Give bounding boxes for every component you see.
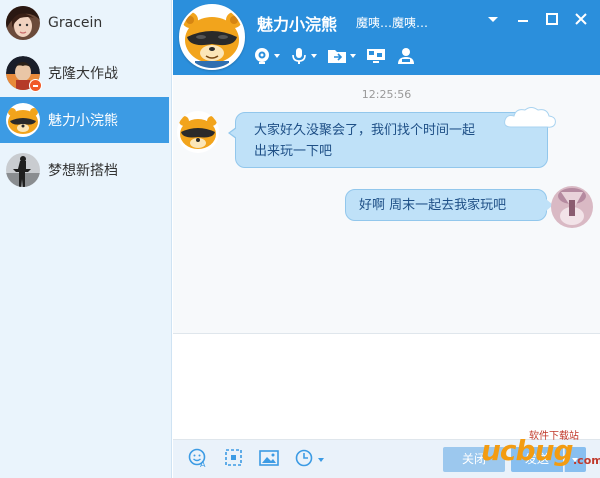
contact-name: 梦想新搭档 <box>48 163 118 179</box>
voice-call-icon <box>290 47 308 65</box>
group-button[interactable] <box>396 45 416 67</box>
video-call-icon <box>253 47 271 65</box>
history-icon <box>295 448 315 472</box>
contact-name: 魅力小浣熊 <box>48 113 118 129</box>
message-input[interactable] <box>173 333 600 439</box>
group-icon <box>396 47 416 65</box>
emoji-button[interactable]: A <box>188 448 208 472</box>
contact-name: 克隆大作战 <box>48 66 118 82</box>
chat-header: 魅力小浣熊 魔咦…魔咦… <box>173 0 600 75</box>
message-text-line: 出来玩一下吧 <box>254 144 333 159</box>
watermark-logo: ucbug <box>481 434 574 467</box>
emoji-icon: A <box>188 448 208 472</box>
outgoing-message-bubble: 好啊 周末一起去我家玩吧 <box>345 189 553 221</box>
message-history[interactable]: 12:25:56 大家好久没聚会了，我们找个时间一起 出来玩一下吧 好啊 周末一… <box>173 75 600 333</box>
contact-item-gracein[interactable]: Gracein <box>0 0 169 46</box>
history-button[interactable] <box>295 448 324 472</box>
offline-badge <box>29 79 42 92</box>
contact-status: 魔咦…魔咦… <box>356 16 429 30</box>
contact-item-dream-partner[interactable]: 梦想新搭档 <box>0 147 169 193</box>
maximize-icon[interactable] <box>543 10 561 28</box>
image-icon <box>259 448 279 472</box>
message-text: 好啊 周末一起去我家玩吧 <box>359 198 507 213</box>
remote-assist-button[interactable] <box>366 45 386 67</box>
remote-assist-icon <box>366 47 386 65</box>
file-transfer-button[interactable] <box>327 45 356 67</box>
avatar <box>6 153 40 187</box>
chevron-down-icon <box>311 54 317 58</box>
incoming-message-bubble: 大家好久没聚会了，我们找个时间一起 出来玩一下吧 <box>228 112 548 168</box>
chat-feature-toolbar <box>253 44 426 68</box>
minimize-icon[interactable] <box>514 10 532 28</box>
close-icon[interactable] <box>572 10 590 28</box>
watermark-suffix: .com <box>573 454 600 467</box>
chevron-down-icon <box>318 458 324 462</box>
avatar <box>6 103 40 137</box>
message-timestamp: 12:25:56 <box>361 88 412 101</box>
contact-item-clone-battle[interactable]: 克隆大作战 <box>0 50 169 96</box>
my-avatar[interactable] <box>551 186 593 228</box>
site-watermark: 软件下载站 ucbug .com <box>481 426 600 476</box>
watermark-logo-text: ucbug <box>481 434 574 467</box>
contact-item-raccoon[interactable]: 魅力小浣熊 <box>0 97 169 143</box>
video-call-button[interactable] <box>253 45 280 67</box>
chevron-down-icon[interactable] <box>484 10 502 28</box>
avatar <box>6 56 42 92</box>
svg-text:A: A <box>200 460 206 468</box>
screenshot-icon <box>224 448 244 472</box>
contact-name: Gracein <box>48 15 103 31</box>
chevron-down-icon <box>274 54 280 58</box>
image-button[interactable] <box>259 448 279 472</box>
contact-sidebar: Gracein 克隆大作战 魅力小浣熊 梦想新搭档 <box>0 0 172 478</box>
cloud-decoration-icon <box>504 107 556 128</box>
message-text-line: 大家好久没聚会了，我们找个时间一起 <box>254 123 476 138</box>
avatar <box>6 6 40 40</box>
contact-name-title: 魅力小浣熊 <box>257 15 338 34</box>
chevron-down-icon <box>350 54 356 58</box>
voice-call-button[interactable] <box>290 45 317 67</box>
file-transfer-icon <box>327 47 347 65</box>
screenshot-button[interactable] <box>224 448 244 472</box>
contact-avatar[interactable] <box>179 4 245 70</box>
sender-avatar[interactable] <box>177 111 219 153</box>
